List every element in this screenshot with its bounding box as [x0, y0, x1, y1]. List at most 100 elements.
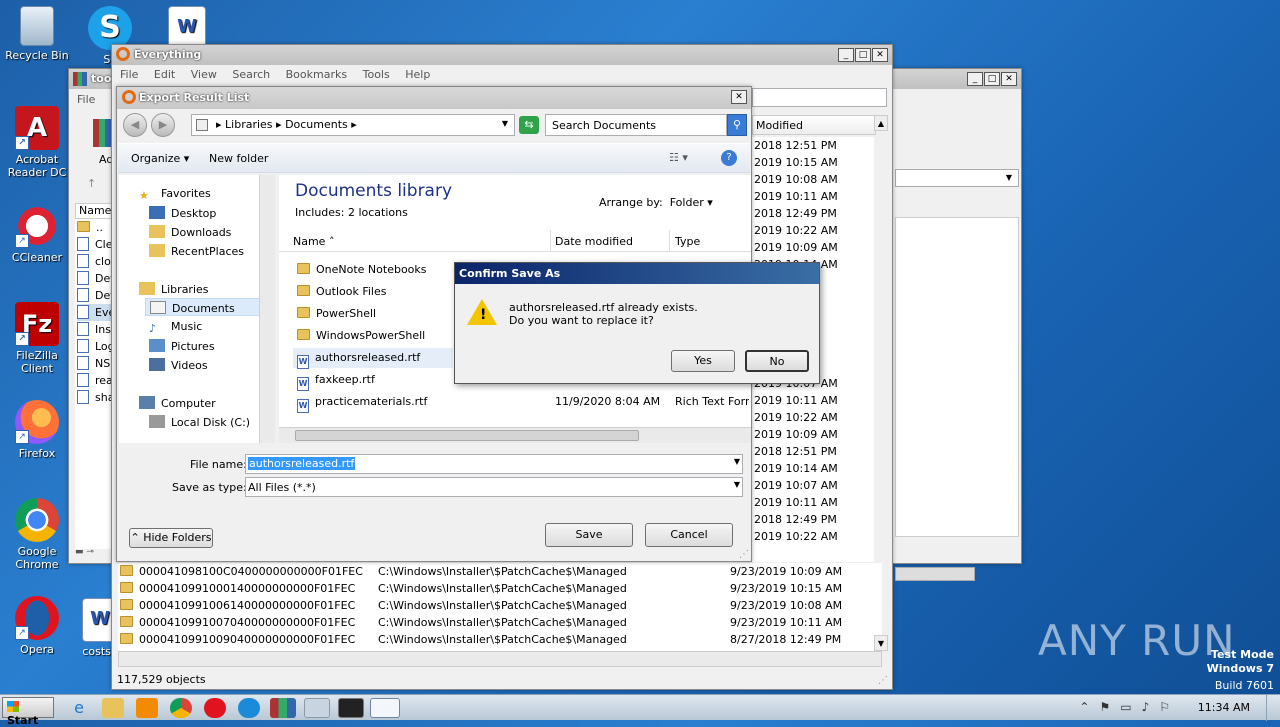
content-hscroll[interactable] — [279, 427, 751, 443]
search-icon[interactable]: ⚲ — [727, 114, 747, 136]
menu-file[interactable]: File — [120, 68, 138, 81]
table-row[interactable]: 000041098100C0400000000000F01FEC — [120, 563, 363, 580]
nav-recent[interactable]: RecentPlaces — [149, 244, 244, 258]
file-row[interactable]: Outlook Files — [297, 283, 386, 300]
list-item[interactable]: Log — [77, 338, 115, 355]
bg-close-button[interactable]: ✕ — [1001, 72, 1017, 86]
list-item[interactable]: Def — [77, 287, 114, 304]
export-titlebar[interactable]: Export Result List — [117, 87, 751, 109]
confirm-titlebar[interactable]: Confirm Save As — [455, 263, 819, 284]
hscroll-thumb[interactable] — [295, 430, 639, 441]
menu-edit[interactable]: Edit — [154, 68, 175, 81]
dialog-resize-grip-icon[interactable]: ⋰ — [739, 549, 749, 560]
menu-bookmarks[interactable]: Bookmarks — [286, 68, 347, 81]
table-row[interactable]: 0000410991006140000000000F01FEC — [120, 597, 355, 614]
col-date[interactable]: Date modified — [555, 235, 633, 248]
desktop-icon-chrome[interactable]: Google Chrome — [0, 498, 74, 571]
menu-search[interactable]: Search — [232, 68, 270, 81]
menu-view[interactable]: View — [191, 68, 217, 81]
everything-vscroll-down[interactable]: ▼ — [874, 635, 888, 651]
nav-computer[interactable]: Computer — [139, 396, 216, 410]
table-row[interactable]: 0000410991000140000000000F01FEC — [120, 580, 355, 597]
opera-taskbar-icon[interactable] — [204, 698, 226, 718]
col-type[interactable]: Type — [675, 235, 700, 248]
menu-tools[interactable]: Tools — [363, 68, 390, 81]
nav-local-disk[interactable]: Local Disk (C:) — [149, 415, 250, 429]
list-item[interactable]: sha — [77, 389, 114, 406]
bg-up-arrow-icon[interactable]: ↑ — [87, 177, 96, 190]
view-options-icon[interactable]: ☷ ▾ — [669, 151, 688, 164]
bg-menu-file[interactable]: File — [77, 93, 95, 106]
everything-vscroll-up[interactable]: ▲ — [874, 115, 888, 131]
desktop-icon-firefox[interactable]: ↗ Firefox — [0, 400, 74, 460]
resize-grip-icon[interactable]: ⋰ — [878, 675, 888, 686]
media-player-taskbar-icon[interactable] — [136, 698, 158, 718]
file-row[interactable]: WindowsPowerShell — [297, 327, 425, 344]
breadcrumb-libraries[interactable]: Libraries — [225, 118, 273, 131]
bg-maximize-button[interactable]: □ — [984, 72, 1000, 86]
start-button[interactable]: Start — [2, 697, 54, 727]
confirm-dialog[interactable]: Confirm Save As ! authorsreleased.rtf al… — [454, 262, 820, 384]
bg-col-name[interactable]: Name — [79, 204, 111, 217]
arrange-by[interactable]: Arrange by: Folder ▾ — [599, 196, 713, 209]
everything-titlebar[interactable]: Everything — [112, 45, 892, 65]
everything-maximize-button[interactable]: □ — [855, 48, 871, 62]
nav-pictures[interactable]: Pictures — [149, 339, 215, 353]
nav-music[interactable]: ♪ Music — [149, 320, 202, 335]
list-item[interactable]: .. — [77, 219, 103, 236]
no-button[interactable]: No — [745, 350, 809, 372]
desktop-icon-opera[interactable]: ↗ Opera — [0, 596, 74, 656]
nav-libraries[interactable]: Libraries — [139, 282, 209, 296]
nav-favorites[interactable]: ★ Favorites — [139, 187, 211, 202]
desktop-icon-filezilla[interactable]: Fz ↗ FileZilla Client — [0, 302, 74, 375]
back-button[interactable]: ◀ — [123, 113, 147, 137]
cancel-button[interactable]: Cancel — [645, 523, 733, 547]
chrome-taskbar-icon[interactable] — [170, 698, 192, 718]
list-item[interactable]: NS. — [77, 355, 114, 372]
nav-desktop[interactable]: Desktop — [149, 206, 216, 220]
new-folder-button[interactable]: New folder — [209, 152, 268, 165]
nav-scrollbar[interactable] — [259, 175, 275, 443]
table-row[interactable]: 0000410991007040000000000F01FEC — [120, 614, 355, 631]
everything-close-button[interactable]: ✕ — [872, 48, 888, 62]
search-input[interactable]: Search Documents — [545, 114, 727, 136]
list-item[interactable]: Eve — [77, 304, 116, 321]
desktop-icon-recycle-bin[interactable]: Recycle Bin — [0, 6, 74, 62]
filename-dropdown-icon[interactable]: ▼ — [734, 457, 740, 466]
bg-minimize-button[interactable]: _ — [967, 72, 983, 86]
edge-taskbar-icon[interactable] — [238, 698, 260, 718]
hide-folders-button[interactable]: ⌃ Hide Folders — [129, 528, 213, 548]
address-bar[interactable]: ▸ Libraries ▸ Documents ▸ ▼ — [191, 114, 515, 136]
nav-downloads[interactable]: Downloads — [149, 225, 231, 239]
nav-videos[interactable]: Videos — [149, 358, 208, 372]
file-row[interactable]: PowerShell — [297, 305, 376, 322]
explorer-taskbar-icon[interactable] — [102, 698, 124, 718]
file-row[interactable]: Wpracticematerials.rtf — [297, 393, 427, 413]
help-icon[interactable]: ? — [721, 150, 737, 166]
address-dropdown-icon[interactable]: ▼ — [502, 119, 508, 128]
col-separator[interactable] — [550, 230, 551, 252]
winrar-taskbar-icon[interactable] — [270, 698, 296, 718]
ie-taskbar-icon[interactable]: e — [68, 698, 90, 718]
everything-hscroll[interactable] — [118, 651, 882, 667]
everything-taskbar-icon[interactable] — [370, 698, 400, 718]
forward-button[interactable]: ▶ — [151, 113, 175, 137]
file-row[interactable]: OneNote Notebooks — [297, 261, 427, 278]
export-close-button[interactable]: ✕ — [731, 90, 747, 104]
cmd-taskbar-icon[interactable] — [338, 698, 364, 718]
show-desktop-button[interactable] — [1266, 695, 1280, 721]
desktop-icon-ccleaner[interactable]: ↗ CCleaner — [0, 204, 74, 264]
list-item[interactable]: Def — [77, 270, 114, 287]
everything-minimize-button[interactable]: _ — [838, 48, 854, 62]
col-name[interactable]: Name ˄ — [293, 235, 334, 248]
file-row-selected[interactable]: Wauthorsreleased.rtf — [293, 348, 453, 369]
tray-icons[interactable]: ⌃⚑▭♪⚐ — [1079, 700, 1180, 714]
app-taskbar-icon[interactable] — [304, 698, 330, 718]
bg-right-dropdown-arrow[interactable]: ▼ — [1001, 170, 1017, 186]
refresh-icon[interactable]: ⇆ — [519, 116, 539, 134]
filename-input[interactable]: authorsreleased.rtf ▼ — [245, 454, 743, 474]
menu-help[interactable]: Help — [405, 68, 430, 81]
savetype-select[interactable]: All Files (*.*) ▼ — [245, 477, 743, 497]
table-row[interactable]: 0000410991009040000000000F01FEC — [120, 631, 355, 648]
breadcrumb-documents[interactable]: Documents — [285, 118, 348, 131]
